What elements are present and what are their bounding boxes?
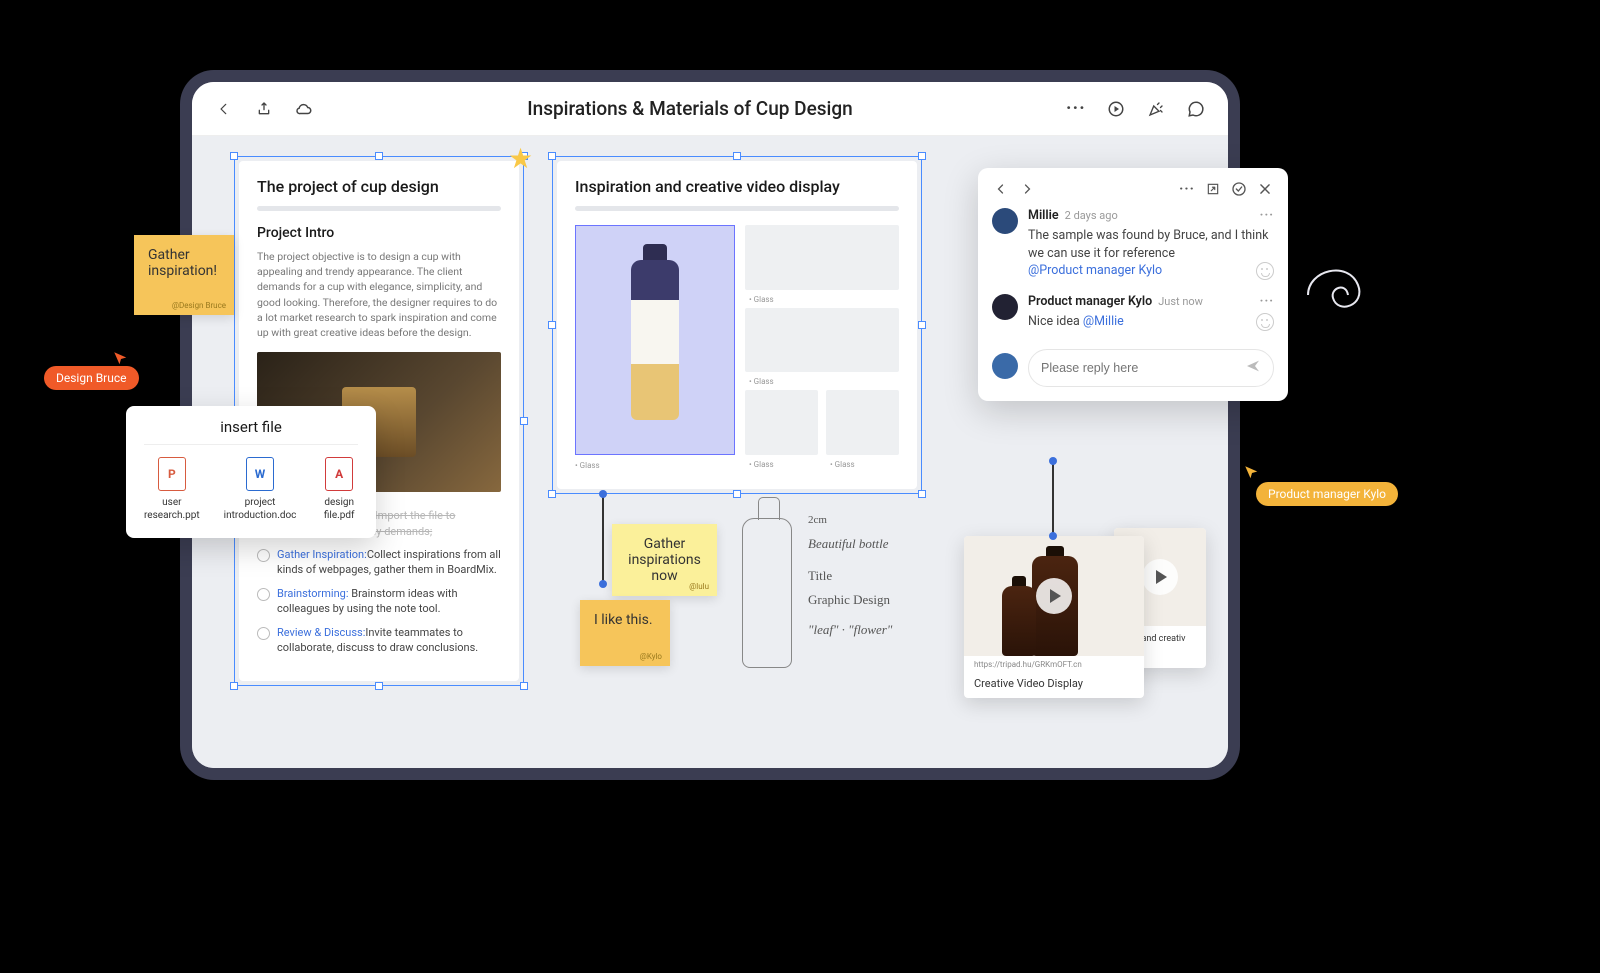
reply-field[interactable] — [1041, 361, 1235, 375]
main-inspiration-image[interactable] — [575, 225, 735, 455]
popover-title: insert file — [144, 418, 358, 436]
avatar — [992, 294, 1018, 320]
star-icon: ★ — [508, 142, 533, 175]
play-icon[interactable] — [1036, 578, 1072, 614]
project-card-title: The project of cup design — [257, 177, 501, 196]
comment-author: Millie — [1028, 208, 1059, 223]
close-icon[interactable] — [1256, 180, 1274, 198]
party-icon[interactable] — [1142, 95, 1170, 123]
connector-line — [602, 494, 604, 584]
comment-author: Product manager Kylo — [1028, 294, 1152, 309]
cloud-sync-icon[interactable] — [290, 95, 318, 123]
divider — [257, 206, 501, 211]
avatar — [992, 208, 1018, 234]
divider — [575, 206, 899, 211]
comment-text: Nice idea @Millie — [1028, 313, 1274, 331]
prev-comment-icon[interactable] — [992, 180, 1010, 198]
comment-more-icon[interactable]: ··· — [1260, 294, 1274, 309]
reply-input[interactable] — [1028, 349, 1274, 387]
resolve-icon[interactable] — [1230, 180, 1248, 198]
ppt-icon: P — [158, 457, 186, 491]
sticky-note-like[interactable]: I like this. @Kylo — [580, 600, 670, 666]
doc-icon: W — [246, 457, 274, 491]
top-toolbar: Inspirations & Materials of Cup Design ·… — [192, 82, 1228, 136]
inspiration-thumb[interactable]: • Glass — [826, 390, 899, 455]
next-comment-icon[interactable] — [1018, 180, 1036, 198]
react-icon[interactable] — [1256, 313, 1274, 331]
comment-text: The sample was found by Bruce, and I thi… — [1028, 227, 1274, 280]
comment-icon[interactable] — [1182, 95, 1210, 123]
more-icon[interactable]: ··· — [1062, 95, 1090, 123]
comment-time: 2 days ago — [1065, 209, 1118, 222]
project-intro-heading: Project Intro — [257, 225, 501, 241]
cursor-label-bruce: Design Bruce — [44, 366, 139, 390]
play-icon[interactable] — [1142, 559, 1178, 595]
project-intro-text: The project objective is to design a cup… — [257, 249, 501, 340]
connector-line — [1052, 461, 1054, 536]
cursor-pointer-kylo — [1243, 464, 1261, 482]
sketch-bottle — [742, 518, 792, 668]
video-card[interactable]: https://tripad.hu/GRKmOFT.cn Creative Vi… — [964, 536, 1144, 698]
popout-icon[interactable] — [1204, 180, 1222, 198]
sticky-note-gather-inspiration[interactable]: Gather inspiration! @Design Bruce — [134, 235, 234, 315]
comment-item: Millie 2 days ago ··· The sample was foun… — [992, 208, 1274, 280]
cursor-label-kylo: Product manager Kylo — [1256, 482, 1398, 506]
send-icon[interactable] — [1245, 358, 1261, 378]
checklist-item[interactable]: Review & Discuss:Invite teammates to col… — [257, 621, 501, 660]
file-option-doc[interactable]: W project introduction.doc — [224, 457, 297, 522]
bottle-illustration — [631, 260, 679, 420]
comments-panel[interactable]: ··· Millie 2 days ago ··· The sample was … — [978, 168, 1288, 401]
back-icon[interactable] — [210, 95, 238, 123]
react-icon[interactable] — [1256, 262, 1274, 280]
file-option-pdf[interactable]: A design file.pdf — [320, 457, 358, 522]
selection-frame-inspiration[interactable]: Inspiration and creative video display •… — [552, 156, 922, 494]
pdf-icon: A — [325, 457, 353, 491]
video-caption: Creative Video Display — [964, 669, 1144, 698]
document-title[interactable]: Inspirations & Materials of Cup Design — [330, 97, 1050, 120]
inspiration-thumb[interactable]: • Glass — [745, 225, 899, 290]
checklist-item[interactable]: Gather Inspiration:Collect inspirations … — [257, 543, 501, 582]
comment-more-icon[interactable]: ··· — [1260, 208, 1274, 223]
inspiration-card-title: Inspiration and creative video display — [575, 177, 899, 196]
sketch-annotations: 2cm Beautiful bottle Title Graphic Desig… — [742, 518, 952, 668]
divider — [144, 444, 358, 445]
checklist-item[interactable]: Brainstorming: Brainstorm ideas with col… — [257, 582, 501, 621]
comment-item: Product manager Kylo Just now ··· Nice id… — [992, 294, 1274, 331]
sticky-note-gather-now[interactable]: Gather inspirations now @lulu — [612, 524, 717, 596]
export-icon[interactable] — [250, 95, 278, 123]
play-circle-icon[interactable] — [1102, 95, 1130, 123]
comment-time: Just now — [1158, 295, 1203, 308]
inspiration-card: Inspiration and creative video display •… — [557, 161, 917, 489]
insert-file-popover[interactable]: insert file P user research.ppt W projec… — [126, 406, 376, 538]
more-icon[interactable]: ··· — [1178, 180, 1196, 198]
avatar — [992, 353, 1018, 379]
doodle-spiral — [1298, 250, 1388, 340]
file-option-ppt[interactable]: P user research.ppt — [144, 457, 200, 522]
video-url: https://tripad.hu/GRKmOFT.cn — [964, 656, 1144, 669]
inspiration-thumb[interactable]: • Glass — [745, 308, 899, 373]
inspiration-thumb[interactable]: • Glass — [745, 390, 818, 455]
